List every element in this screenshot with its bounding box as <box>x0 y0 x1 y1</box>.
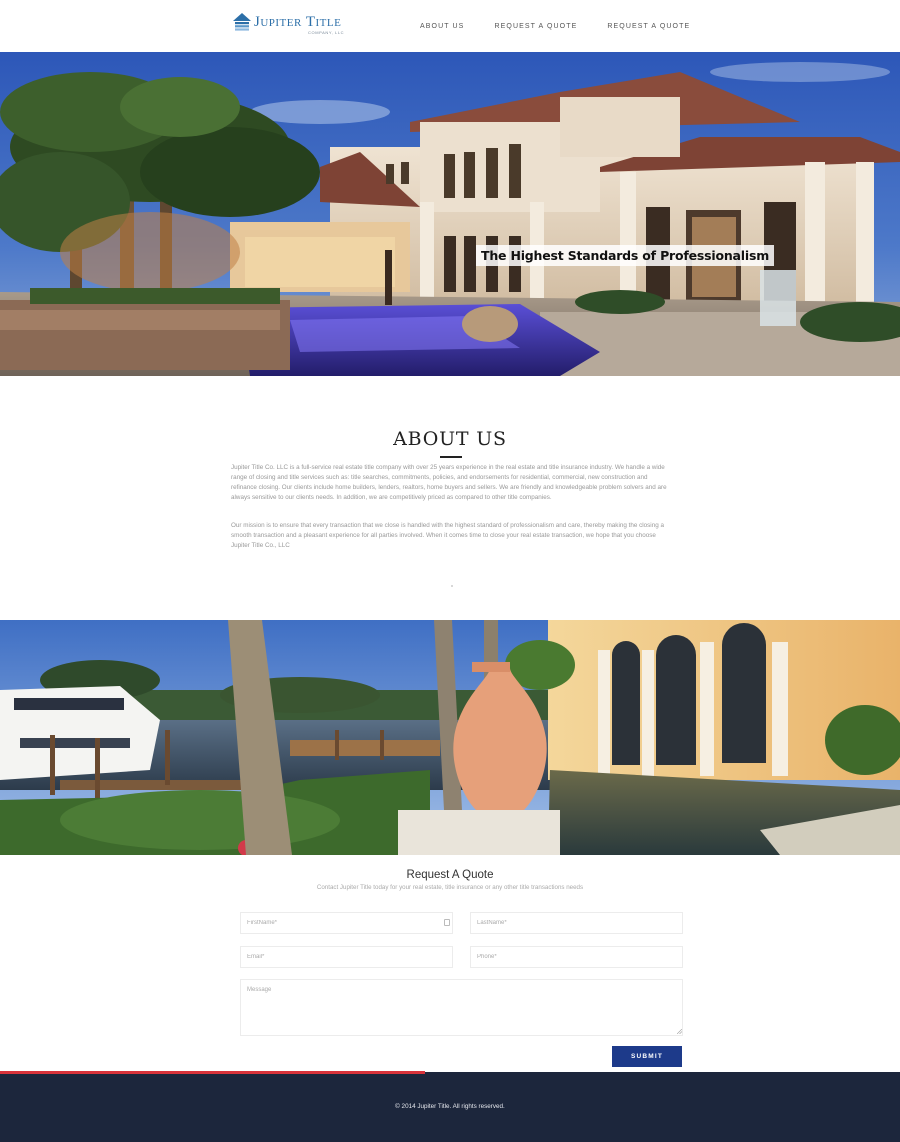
marina-image <box>0 620 900 855</box>
first-name-field[interactable] <box>240 912 453 934</box>
hero-caption: The Highest Standards of Professionalism <box>476 245 775 266</box>
quote-subtitle: Contact Jupiter Title today for your rea… <box>316 884 584 891</box>
message-field[interactable] <box>240 979 683 1036</box>
nav-about-us[interactable]: ABOUT US <box>420 23 464 30</box>
logo-text: Jupiter Title <box>254 14 342 30</box>
quote-title: Request A Quote <box>406 869 494 881</box>
main-nav: ABOUT US REQUEST A QUOTE REQUEST A QUOTE <box>420 23 720 30</box>
nav-request-quote[interactable]: REQUEST A QUOTE <box>494 23 577 30</box>
copyright-text: © 2014 Jupiter Title. All rights reserve… <box>395 1103 505 1110</box>
section-divider-dot <box>451 585 453 587</box>
site-footer: © 2014 Jupiter Title. All rights reserve… <box>0 1072 900 1142</box>
submit-button[interactable]: SUBMIT <box>612 1046 682 1067</box>
nav-request-quote-2[interactable]: REQUEST A QUOTE <box>607 23 690 30</box>
site-logo[interactable]: Jupiter Title COMPANY, LLC <box>232 10 347 38</box>
last-name-field[interactable] <box>470 912 683 934</box>
marina-photo-banner <box>0 620 900 855</box>
footer-accent-bar <box>0 1071 425 1074</box>
resize-grip-icon[interactable] <box>677 1029 682 1034</box>
house-logo-icon <box>233 13 251 31</box>
hero-image <box>0 52 900 376</box>
about-paragraph-1: Jupiter Title Co. LLC is a full-service … <box>231 464 667 501</box>
about-title: ABOUT US <box>393 428 507 450</box>
about-title-underline <box>440 456 462 458</box>
phone-field[interactable] <box>470 946 683 968</box>
autofill-contact-icon[interactable] <box>444 919 450 926</box>
about-paragraph-2: Our mission is to ensure that every tran… <box>231 522 664 549</box>
hero-banner: The Highest Standards of Professionalism <box>0 52 900 376</box>
site-header: Jupiter Title COMPANY, LLC ABOUT US REQU… <box>0 0 900 52</box>
email-field[interactable] <box>240 946 453 968</box>
logo-subtext: COMPANY, LLC <box>308 30 345 35</box>
